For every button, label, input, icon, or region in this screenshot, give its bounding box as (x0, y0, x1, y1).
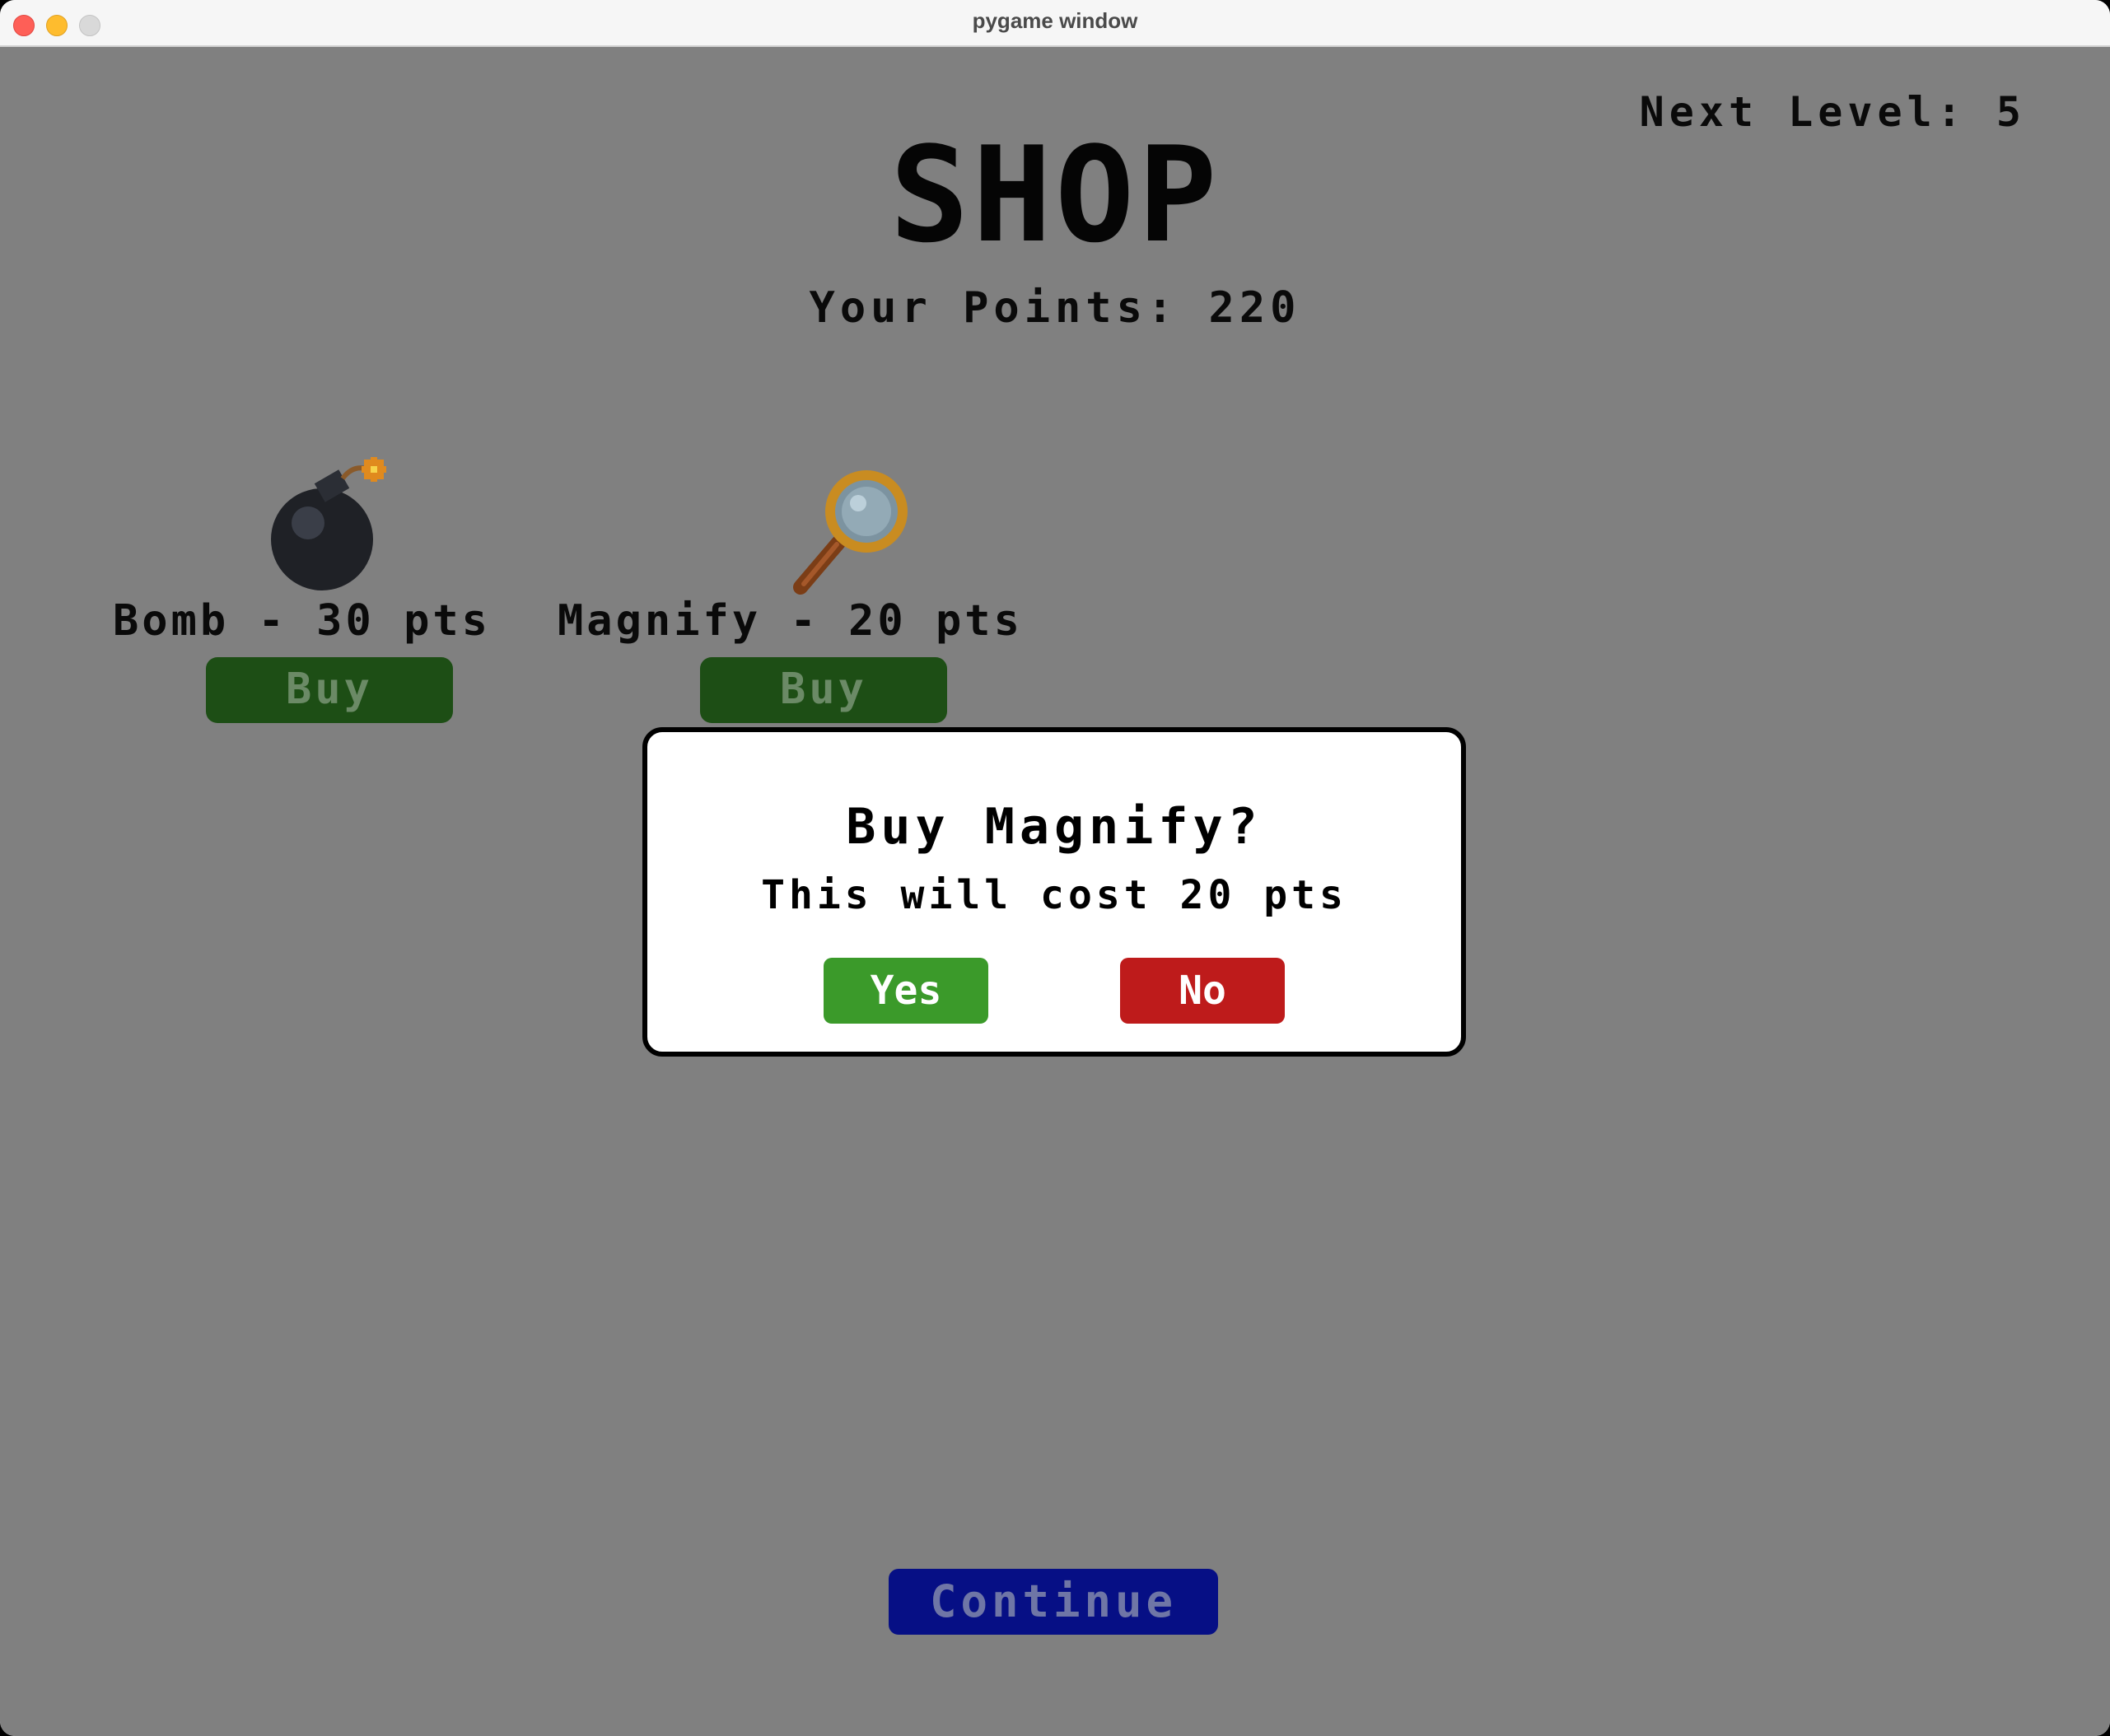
window-title: pygame window (972, 8, 1138, 33)
yes-button[interactable]: Yes (824, 958, 988, 1024)
points-display: Your Points: 220 (809, 283, 1301, 333)
item-label-bomb: Bomb - 30 pts (113, 596, 491, 646)
buy-bomb-button[interactable]: Buy (206, 657, 453, 723)
confirm-purchase-dialog: Buy Magnify? This will cost 20 pts Yes N… (642, 727, 1466, 1057)
item-label-magnify: Magnify - 20 pts (558, 596, 1023, 646)
magnifying-glass-icon (793, 470, 908, 595)
dialog-message: This will cost 20 pts (761, 872, 1347, 918)
bomb-icon (271, 457, 386, 590)
game-canvas: Next Level: 5 SHOP Your Points: 220 Bomb… (0, 47, 2110, 1736)
continue-button[interactable]: Continue (889, 1569, 1218, 1635)
app-window: pygame window Next Level: 5 SHOP Your Po… (0, 0, 2110, 1736)
title-bar: pygame window (0, 0, 2110, 47)
dialog-title: Buy Magnify? (846, 798, 1263, 856)
shop-title: SHOP (889, 118, 1221, 272)
no-button[interactable]: No (1120, 958, 1285, 1024)
buy-magnify-button[interactable]: Buy (700, 657, 947, 723)
